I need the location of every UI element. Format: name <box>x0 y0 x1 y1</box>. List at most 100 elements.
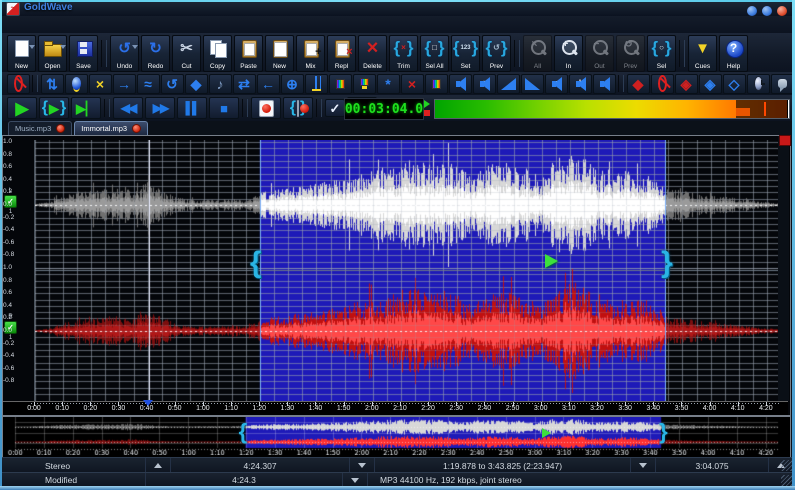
maximize-button[interactable] <box>762 6 772 16</box>
menu-item[interactable] <box>134 24 152 26</box>
dropdown-arrow-icon[interactable] <box>60 45 66 49</box>
playback-rate-icon[interactable] <box>746 73 770 94</box>
replace-button[interactable]: × Repl <box>327 35 356 72</box>
effect-match-volume-icon[interactable]: = <box>544 73 568 94</box>
resize-grip-icon[interactable] <box>781 475 792 486</box>
effect-reverse-icon[interactable]: ⇄ <box>232 73 256 94</box>
effect-volume-icon[interactable] <box>448 73 472 94</box>
length-short-spin-down[interactable] <box>343 473 368 487</box>
effect-doppler-icon[interactable] <box>64 73 88 94</box>
overview-selection-start-icon[interactable]: { <box>239 421 248 443</box>
time-axis[interactable]: 0:00 0:10 0:20 0:30 0:40 0:50 1:00 1:10 1:20 1:30… <box>3 401 788 415</box>
comment-disable-icon[interactable] <box>650 73 674 94</box>
effect-disable-icon[interactable] <box>6 73 30 94</box>
mix-button[interactable]: + Mix <box>296 35 325 72</box>
play-selection-button[interactable]: ▶ <box>39 97 69 119</box>
channel-spin-up[interactable] <box>146 458 171 473</box>
overview-position-marker[interactable] <box>542 428 552 438</box>
effect-spectrum-icon[interactable] <box>352 73 376 94</box>
monitor-button[interactable]: ✓ <box>325 99 345 117</box>
start-marker-icon[interactable] <box>143 400 153 406</box>
effect-maximize-volume-icon[interactable]: ! <box>568 73 592 94</box>
menu-item[interactable] <box>44 24 62 26</box>
resize-grip-icon[interactable] <box>781 460 792 471</box>
effect-volume-fade-icon[interactable]: + <box>472 73 496 94</box>
overview-selection-end-icon[interactable]: } <box>659 421 668 443</box>
minimize-button[interactable] <box>747 6 757 16</box>
effect-echo-icon[interactable]: ◆ <box>184 73 208 94</box>
effect-adjust-icon[interactable]: ⇅ <box>40 73 64 94</box>
selection-end-handle[interactable]: } <box>661 248 673 278</box>
rewind-button[interactable]: ◀◀ <box>113 97 143 119</box>
redo-button[interactable]: ↻ Redo <box>141 35 170 72</box>
open-button[interactable]: Open <box>38 35 67 72</box>
effect-crossfade-icon[interactable]: × <box>88 73 112 94</box>
new-button[interactable]: New <box>7 35 36 72</box>
overview-canvas[interactable] <box>3 417 788 455</box>
menu-item[interactable] <box>8 24 26 26</box>
effect-fade-out-icon[interactable] <box>520 73 544 94</box>
effect-filter-icon[interactable] <box>328 73 352 94</box>
trim-button[interactable]: × Trim <box>389 35 418 72</box>
paste-button[interactable]: Paste <box>234 35 263 72</box>
effect-invert-icon[interactable]: ↺ <box>160 73 184 94</box>
playback-position-marker[interactable] <box>545 254 559 268</box>
undo-button[interactable]: ↺ Undo <box>110 35 139 72</box>
record-button[interactable] <box>251 97 281 119</box>
selection-start-handle[interactable]: { <box>250 248 262 278</box>
level-meter[interactable] <box>434 99 790 119</box>
stop-button[interactable]: ■ <box>209 97 239 119</box>
delete-button[interactable]: × Delete <box>358 35 387 72</box>
tab-immortal[interactable]: Immortal.mp3 <box>74 121 149 135</box>
cue-point-icon[interactable]: ◆ <box>626 73 650 94</box>
previous-selection-button[interactable]: ↺ Prev <box>482 35 511 72</box>
zoom-selection-button[interactable]: ○ Sel <box>647 35 676 72</box>
effect-interpolate-icon[interactable]: * <box>376 73 400 94</box>
help-button[interactable]: ? Help <box>719 35 748 72</box>
play-button[interactable]: ▶ <box>7 97 37 119</box>
pause-button[interactable]: ▌▌ <box>177 97 207 119</box>
cue-edit-icon[interactable]: ◇ <box>722 73 746 94</box>
effect-offset-icon[interactable]: → <box>112 73 136 94</box>
record-selection-button[interactable] <box>283 97 313 119</box>
menu-item[interactable] <box>98 24 116 26</box>
title-bar[interactable]: ~ GoldWave <box>0 0 795 16</box>
zoom-in-button[interactable]: + In <box>554 35 583 72</box>
close-tab-icon[interactable] <box>132 124 142 133</box>
effect-equalizer-icon[interactable] <box>304 73 328 94</box>
select-all-button[interactable]: □ Sel All <box>420 35 449 72</box>
zoom-previous-button[interactable]: ↺ Prev <box>616 35 645 72</box>
close-tab-icon[interactable] <box>56 124 66 133</box>
length-spin-down[interactable] <box>350 458 375 473</box>
paste-new-button[interactable]: New <box>265 35 294 72</box>
save-button[interactable]: Save <box>69 35 98 72</box>
menu-item[interactable] <box>62 24 80 26</box>
set-selection-button[interactable]: 123 Set <box>451 35 480 72</box>
menu-item[interactable] <box>26 24 44 26</box>
effect-noise-reduction-icon[interactable]: × <box>400 73 424 94</box>
menu-item[interactable] <box>80 24 98 26</box>
effect-shape-volume-icon[interactable]: ~ <box>592 73 616 94</box>
zoom-out-button[interactable]: − Out <box>585 35 614 72</box>
tab-music[interactable]: Music.mp3 <box>8 121 73 135</box>
effect-flanger-icon[interactable]: ≈ <box>136 73 160 94</box>
comment-icon[interactable] <box>770 73 794 94</box>
zoom-all-button[interactable]: × All <box>523 35 552 72</box>
effect-smoother-icon[interactable] <box>424 73 448 94</box>
selection-spin-down[interactable] <box>631 458 656 473</box>
close-button[interactable] <box>777 6 787 16</box>
fast-forward-button[interactable]: ▶▶ <box>145 97 175 119</box>
cue-target-icon[interactable]: ◈ <box>698 73 722 94</box>
effect-time-warp-icon[interactable]: ⊕ <box>280 73 304 94</box>
copy-button[interactable]: Copy <box>203 35 232 72</box>
cues-button[interactable]: ▼ Cues <box>688 35 717 72</box>
effect-fade-in-icon[interactable] <box>496 73 520 94</box>
cut-button[interactable]: ✂ Cut <box>172 35 201 72</box>
menu-item[interactable] <box>116 24 134 26</box>
cue-split-icon[interactable]: ◈ <box>674 73 698 94</box>
play-from-button[interactable]: ▶▏ <box>71 97 101 119</box>
effect-shift-icon[interactable]: ← <box>256 73 280 94</box>
overview-strip[interactable]: { } <box>2 416 791 458</box>
dropdown-arrow-icon[interactable] <box>29 45 35 49</box>
dropdown-arrow-icon[interactable] <box>132 45 138 49</box>
